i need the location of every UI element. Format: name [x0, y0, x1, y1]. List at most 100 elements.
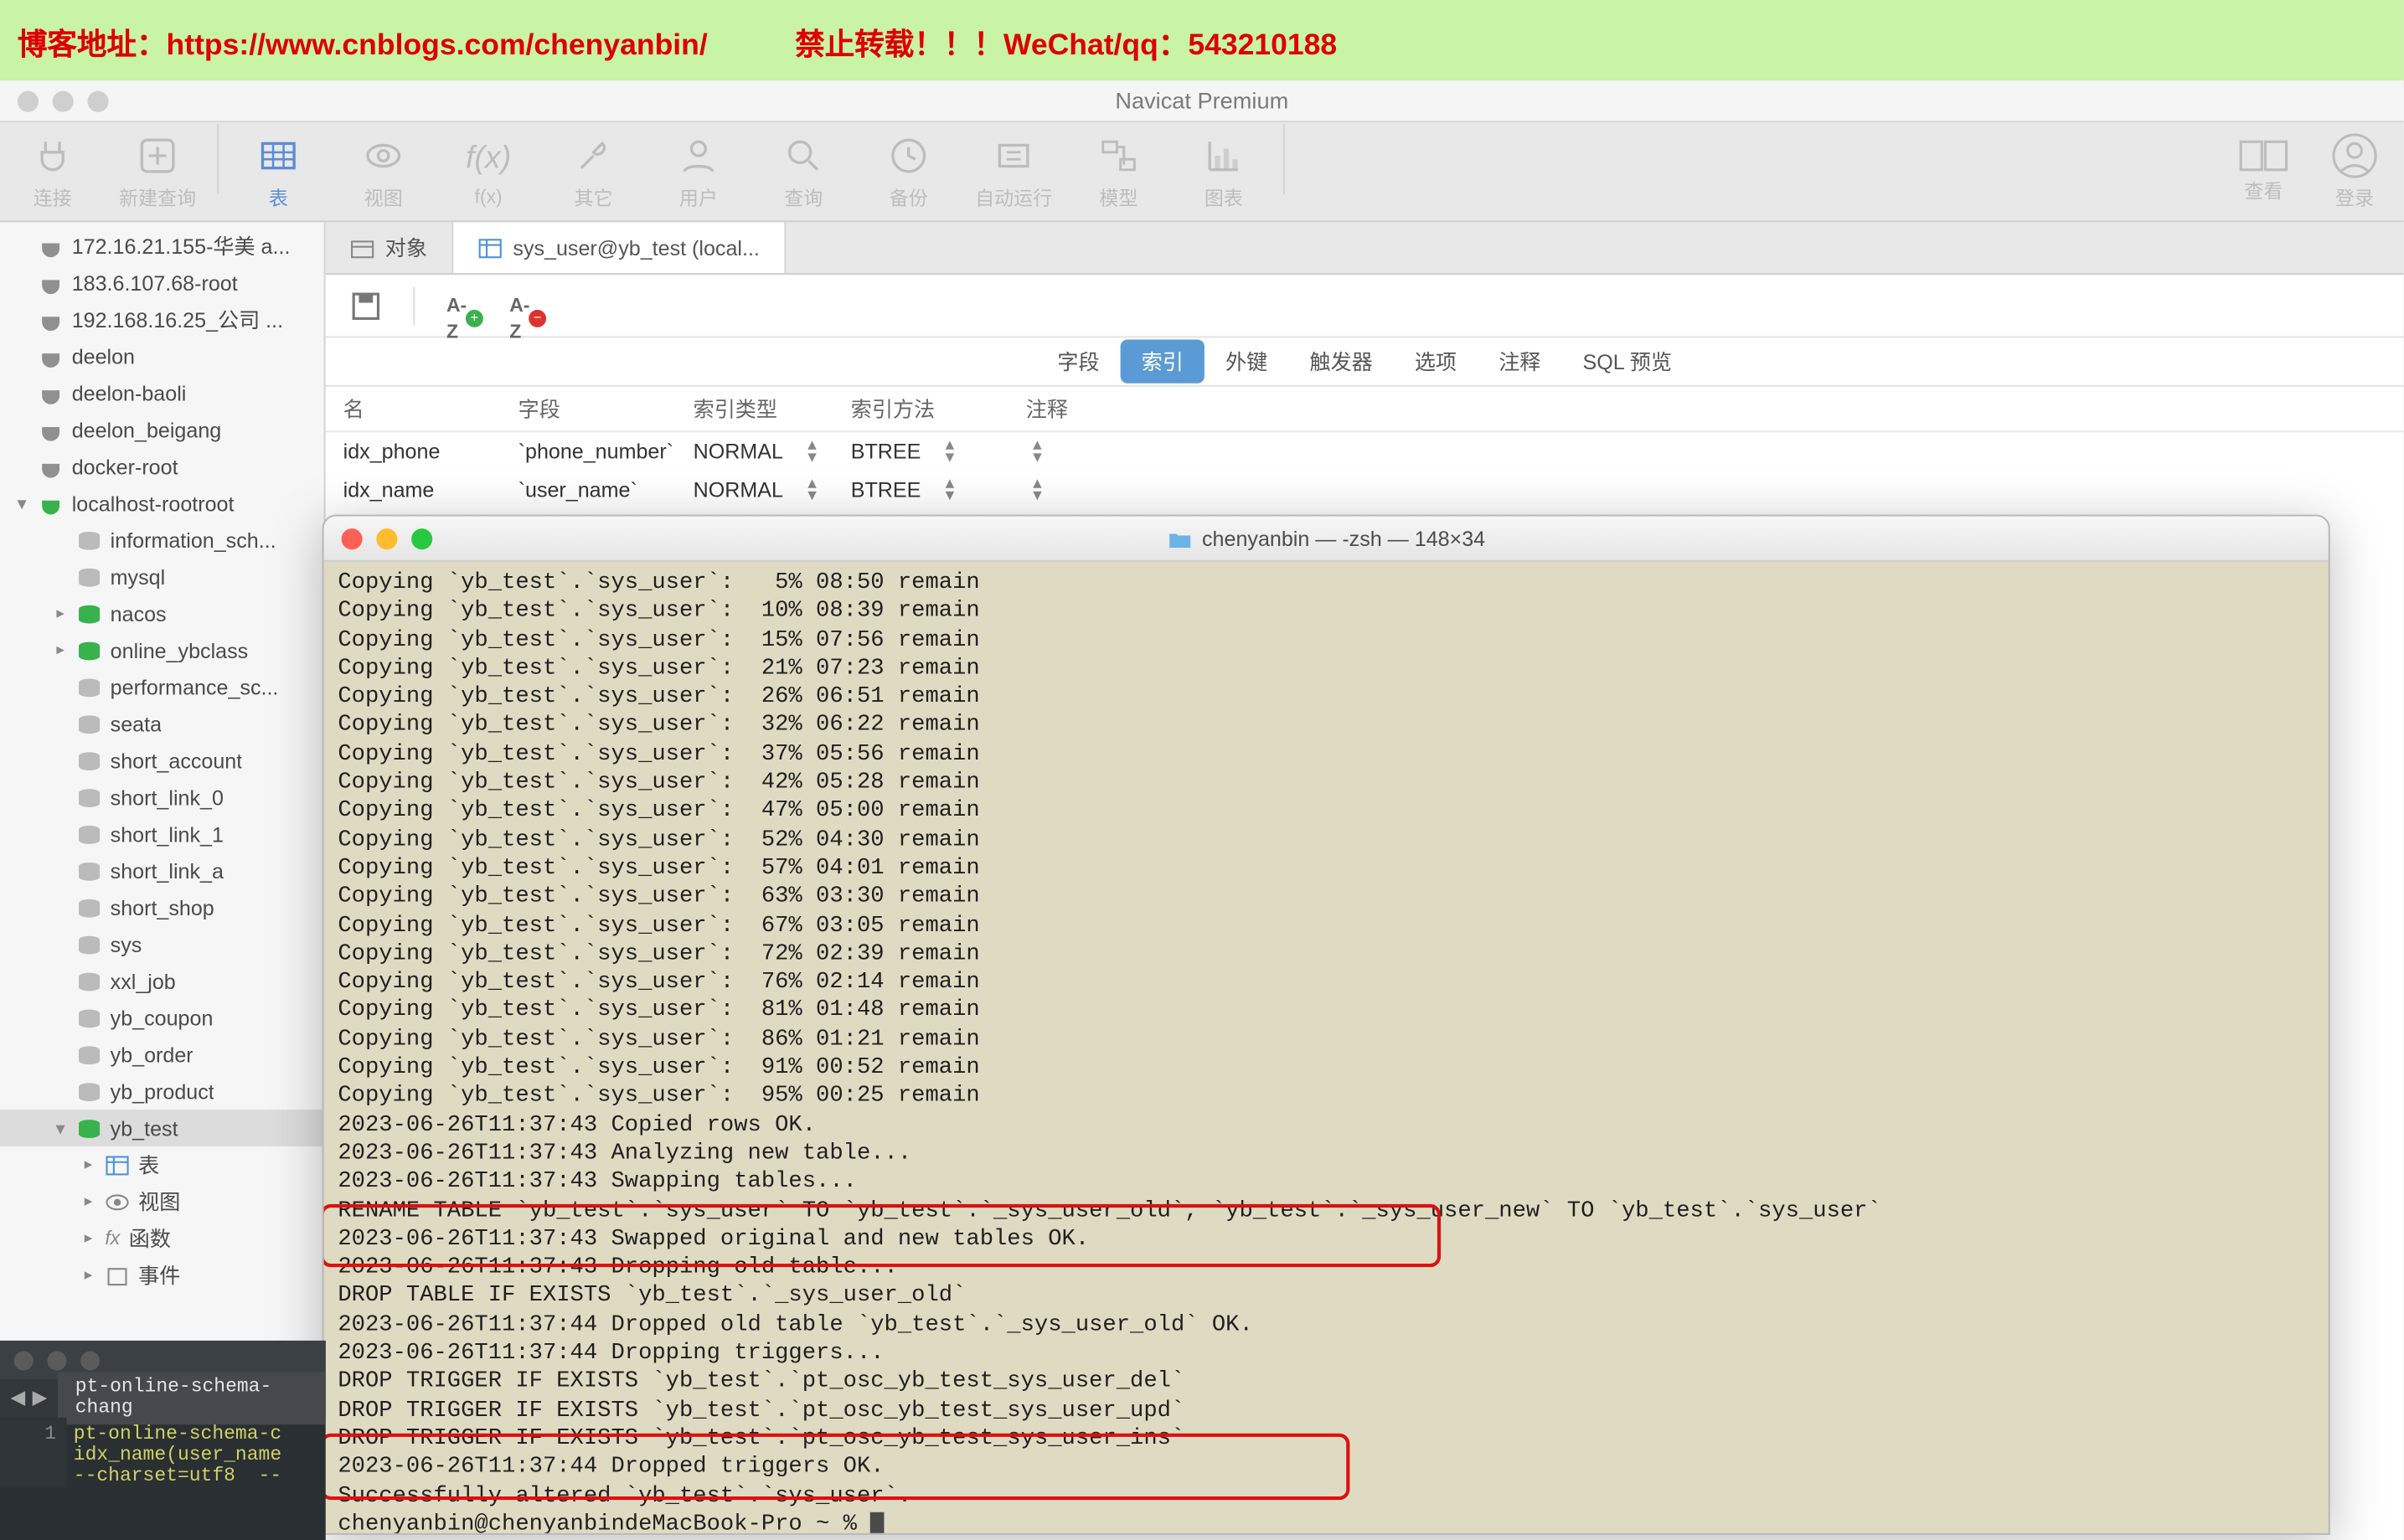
editor-tab[interactable]: pt-online-schema-chang	[58, 1373, 326, 1425]
login-button[interactable]: 登录	[2332, 132, 2377, 211]
designer-tab[interactable]: 触发器	[1288, 339, 1393, 383]
database-item[interactable]: xxl_job	[0, 963, 324, 1000]
cell-field[interactable]: `phone_number`	[501, 440, 676, 464]
stepper-icon[interactable]: ▴▾	[946, 478, 955, 502]
designer-tab[interactable]: 选项	[1394, 339, 1478, 383]
cell-name[interactable]: idx_phone	[326, 440, 501, 464]
connection-item[interactable]: 192.168.16.25_公司 ...	[0, 301, 324, 337]
toolbar-clock[interactable]: 备份	[856, 124, 961, 219]
cell-type[interactable]: NORMAL▴▾	[676, 478, 833, 502]
connection-item[interactable]: 183.6.107.68-root	[0, 265, 324, 301]
designer-tab[interactable]: 索引	[1121, 339, 1205, 383]
connection-tree[interactable]: 172.16.21.155-华美 a... 183.6.107.68-root19…	[0, 222, 324, 1293]
connection-item[interactable]: 172.16.21.155-华美 a...	[0, 228, 324, 265]
window-title: Navicat Premium	[0, 87, 2404, 113]
database-item[interactable]: sys	[0, 926, 324, 963]
index-grid-body[interactable]: idx_phone`phone_number`NORMAL▴▾BTREE▴▾▴▾…	[326, 432, 2404, 509]
cell-type[interactable]: NORMAL▴▾	[676, 440, 833, 464]
database-item[interactable]: short_link_a	[0, 852, 324, 889]
database-item[interactable]: seata	[0, 705, 324, 742]
toolbar-wrench[interactable]: 其它	[541, 124, 646, 219]
database-item[interactable]: yb_product	[0, 1073, 324, 1110]
editor-nav[interactable]: ◀▶	[0, 1386, 58, 1410]
toolbar-label: 新建查询	[119, 183, 196, 210]
database-item[interactable]: ▸nacos	[0, 595, 324, 632]
toolbar-chart[interactable]: 图表	[1171, 124, 1276, 219]
connection-item[interactable]: deelon_beigang	[0, 411, 324, 448]
connection-item[interactable]: deelon-baoli	[0, 374, 324, 411]
stepper-icon[interactable]: ▴▾	[1033, 440, 2403, 464]
database-item[interactable]: yb_coupon	[0, 999, 324, 1036]
database-item[interactable]: short_link_1	[0, 816, 324, 852]
connection-item-open[interactable]: ▼localhost-rootroot	[0, 485, 324, 522]
view-toggle[interactable]: 查看	[2239, 139, 2288, 203]
stepper-icon[interactable]: ▴▾	[807, 478, 817, 502]
toolbar-table[interactable]: 表	[226, 124, 331, 219]
database-item-open[interactable]: ▼yb_test	[0, 1110, 324, 1146]
ed-zoom-dot[interactable]	[80, 1350, 100, 1369]
toolbar-plug[interactable]: 连接	[0, 124, 105, 219]
database-item[interactable]: performance_sc...	[0, 668, 324, 705]
add-index-button[interactable]: A-Z +	[446, 290, 478, 322]
toolbar-label: 用户	[679, 183, 718, 210]
db-child-item[interactable]: ▸视图	[0, 1183, 324, 1220]
ed-min-dot[interactable]	[47, 1350, 66, 1369]
terminal-body[interactable]: Copying `yb_test`.`sys_user`: 5% 08:50 r…	[324, 562, 2329, 1533]
toolbar-label: 备份	[890, 183, 928, 210]
editor-code[interactable]: pt-online-schema-c idx_name(user_name --…	[66, 1418, 281, 1488]
connection-label: localhost-rootroot	[72, 491, 235, 515]
connection-label: deelon-baoli	[72, 381, 187, 405]
connection-item[interactable]: docker-root	[0, 448, 324, 485]
cell-method[interactable]: BTREE▴▾	[833, 440, 1009, 464]
delete-index-button[interactable]: A-Z −	[509, 290, 541, 322]
db-child-item[interactable]: ▸fx函数	[0, 1220, 324, 1257]
tab-sys-user[interactable]: sys_user@yb_test (local...	[453, 222, 786, 273]
designer-tab[interactable]: SQL 预览	[1561, 339, 1693, 383]
toolbar-model[interactable]: 模型	[1066, 124, 1171, 219]
toolbar-user[interactable]: 用户	[646, 124, 751, 219]
toolbar-fx[interactable]: f(x)f(x)	[436, 124, 540, 219]
col-method-header: 索引方法	[833, 394, 1009, 424]
index-row[interactable]: idx_name`user_name`NORMAL▴▾BTREE▴▾▴▾	[326, 471, 2404, 509]
connection-item[interactable]: deelon	[0, 337, 324, 374]
database-item[interactable]: yb_order	[0, 1036, 324, 1073]
save-button[interactable]	[350, 290, 382, 322]
ed-close-dot[interactable]	[14, 1350, 34, 1369]
database-item[interactable]: information_sch...	[0, 522, 324, 559]
cell-name[interactable]: idx_name	[326, 478, 501, 502]
user-icon	[676, 132, 721, 178]
designer-tab[interactable]: 字段	[1036, 339, 1120, 383]
database-label: mysql	[111, 564, 166, 589]
cell-field[interactable]: `user_name`	[501, 478, 676, 502]
tab-objects[interactable]: 对象	[326, 222, 454, 273]
index-row[interactable]: idx_phone`phone_number`NORMAL▴▾BTREE▴▾▴▾	[326, 432, 2404, 471]
cell-comment[interactable]: ▴▾	[1009, 440, 2404, 464]
designer-tab[interactable]: 注释	[1478, 339, 1561, 383]
cell-comment[interactable]: ▴▾	[1009, 478, 2404, 502]
database-item[interactable]: short_link_0	[0, 779, 324, 816]
database-item[interactable]: short_account	[0, 742, 324, 779]
stepper-icon[interactable]: ▴▾	[946, 440, 955, 464]
database-item[interactable]: short_shop	[0, 889, 324, 926]
stepper-icon[interactable]: ▴▾	[1033, 478, 2403, 502]
view-label: 查看	[2244, 176, 2283, 203]
terminal-titlebar[interactable]: chenyanbin — -zsh — 148×34	[324, 517, 2329, 562]
cell-method[interactable]: BTREE▴▾	[833, 478, 1009, 502]
database-label: yb_product	[111, 1079, 214, 1103]
database-label: short_link_a	[111, 858, 224, 883]
designer-tab[interactable]: 外键	[1205, 339, 1288, 383]
db-child-item[interactable]: ▸表	[0, 1146, 324, 1183]
stepper-icon[interactable]: ▴▾	[807, 440, 817, 464]
database-item[interactable]: mysql	[0, 559, 324, 595]
toolbar-eye[interactable]: 视图	[331, 124, 436, 219]
save-icon	[350, 290, 382, 322]
toolbar-auto[interactable]: 自动运行	[961, 124, 1065, 219]
connection-label: deelon	[72, 344, 135, 368]
database-label: short_link_1	[111, 822, 224, 846]
connection-label: 172.16.21.155-华美 a...	[72, 231, 291, 261]
toolbar-label: 表	[269, 183, 288, 210]
toolbar-search[interactable]: 查询	[751, 124, 856, 219]
db-child-item[interactable]: ▸事件	[0, 1257, 324, 1294]
toolbar-plus[interactable]: 新建查询	[105, 124, 209, 219]
database-item[interactable]: ▸online_ybclass	[0, 631, 324, 668]
